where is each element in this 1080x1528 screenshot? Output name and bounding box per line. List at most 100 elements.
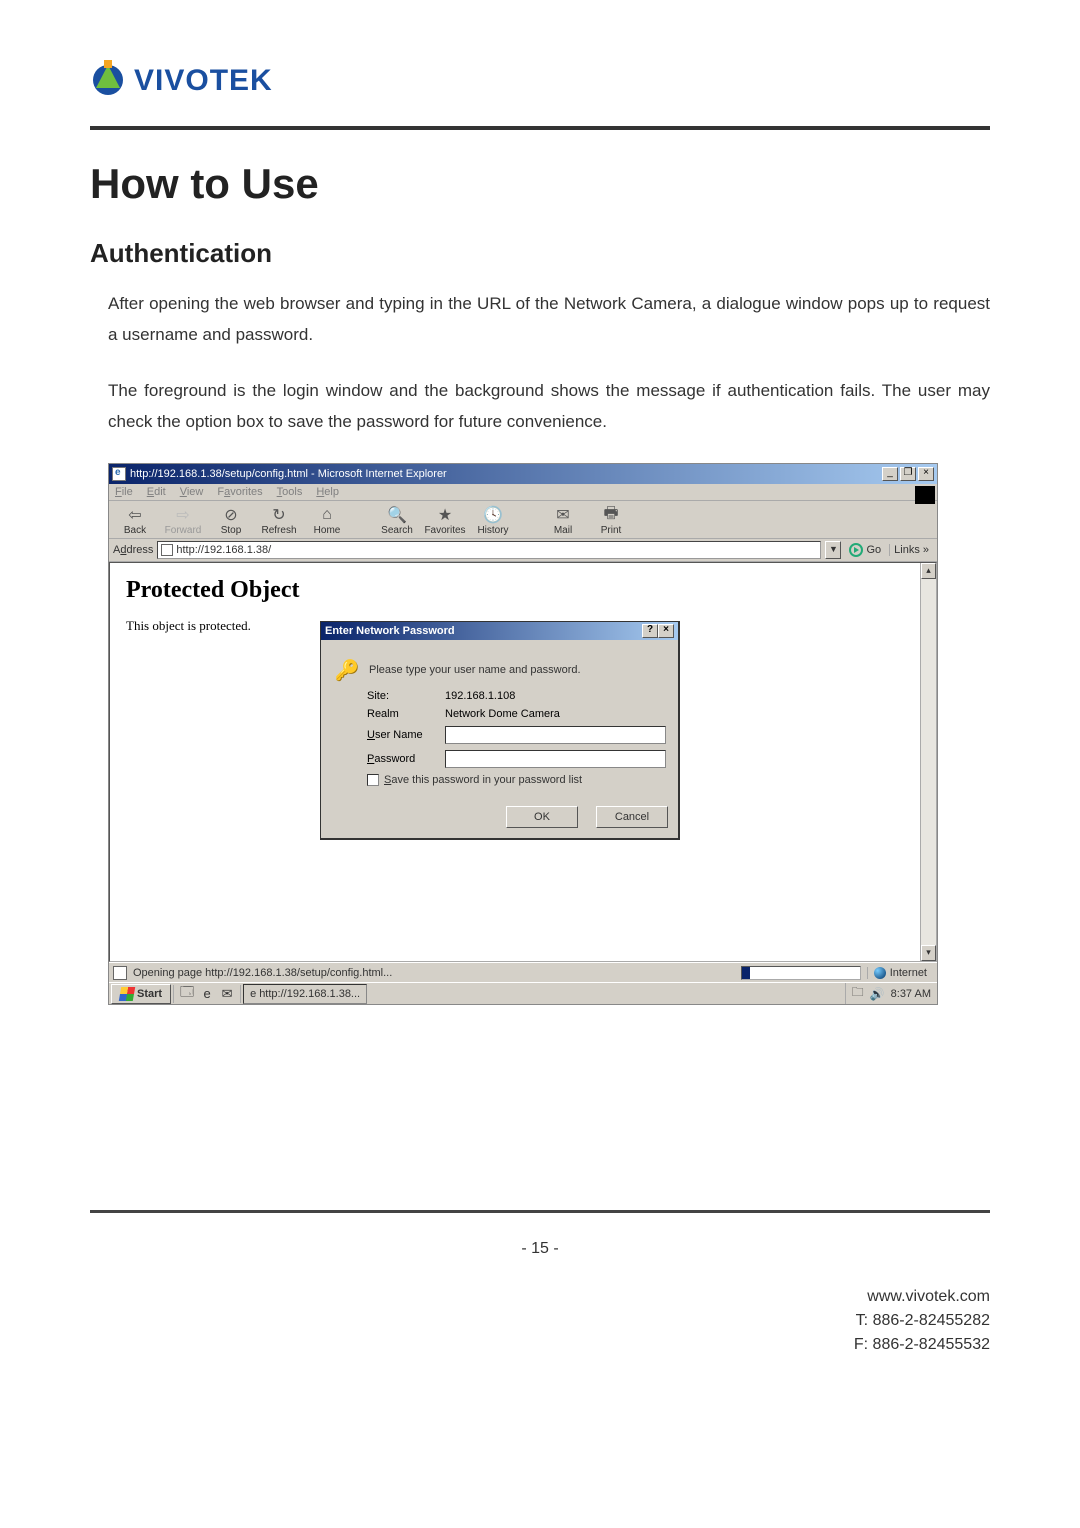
links-label[interactable]: Links » (889, 544, 933, 556)
username-input[interactable] (445, 726, 666, 744)
forward-icon: ⇨ (172, 505, 194, 525)
save-password-checkbox[interactable] (367, 774, 379, 786)
mail-icon: ✉ (552, 505, 574, 525)
tray-clock: 8:37 AM (891, 988, 931, 1000)
forward-button[interactable]: ⇨Forward (161, 505, 205, 536)
taskbar: Start 🗔 e ✉ e http://192.168.1.38... 🗀 🔊… (109, 982, 937, 1004)
password-input[interactable] (445, 750, 666, 768)
cancel-button[interactable]: Cancel (596, 806, 668, 828)
site-value: 192.168.1.108 (445, 690, 515, 702)
auth-dialog: Enter Network Password ? × 🔑 Please type… (320, 621, 680, 840)
history-button[interactable]: 🕓History (471, 505, 515, 536)
save-password-label: Save this password in your password list (384, 774, 582, 786)
home-button[interactable]: ⌂Home (305, 505, 349, 536)
footer-info: www.vivotek.com T: 886-2-82455282 F: 886… (854, 1285, 990, 1357)
refresh-icon: ↻ (268, 505, 290, 525)
ie-content-area: Protected Object This object is protecte… (109, 562, 937, 962)
site-label: Site: (367, 690, 437, 702)
ie-toolbar: ⇦Back ⇨Forward ⊘Stop ↻Refresh ⌂Home 🔍Sea… (109, 501, 937, 539)
go-button[interactable]: Go (845, 543, 885, 557)
progress-bar (741, 966, 861, 980)
search-button[interactable]: 🔍Search (375, 505, 419, 536)
ok-button[interactable]: OK (506, 806, 578, 828)
zone-indicator: Internet (867, 967, 933, 979)
paragraph-1: After opening the web browser and typing… (108, 289, 990, 350)
menu-edit[interactable]: Edit (147, 486, 166, 498)
tray-volume-icon[interactable]: 🔊 (870, 987, 885, 1001)
vertical-scrollbar[interactable]: ▴ ▾ (920, 563, 936, 961)
footer-tel: T: 886-2-82455282 (854, 1309, 990, 1333)
address-input[interactable]: http://192.168.1.38/ (157, 541, 821, 559)
ie-statusbar: Opening page http://192.168.1.38/setup/c… (109, 962, 937, 982)
protected-object-title: Protected Object (126, 577, 920, 604)
back-icon: ⇦ (124, 505, 146, 525)
search-icon: 🔍 (386, 505, 408, 525)
go-icon (849, 543, 863, 557)
favorites-icon: ★ (434, 505, 456, 525)
realm-label: Realm (367, 708, 437, 720)
key-icon: 🔑 (333, 656, 361, 684)
divider-bottom (90, 1210, 990, 1213)
minimize-button[interactable]: _ (882, 467, 898, 481)
ql-ie-icon[interactable]: e (198, 985, 216, 1003)
dialog-close-button[interactable]: × (658, 624, 674, 638)
tray-icon-1[interactable]: 🗀 (852, 983, 864, 1004)
back-button[interactable]: ⇦Back (113, 505, 157, 536)
address-page-icon (161, 544, 173, 556)
menu-file[interactable]: File (115, 486, 133, 498)
quick-launch: 🗔 e ✉ (173, 985, 241, 1003)
history-icon: 🕓 (482, 505, 504, 525)
ql-desktop-icon[interactable]: 🗔 (178, 985, 196, 1003)
paragraph-2: The foreground is the login window and t… (108, 376, 990, 437)
address-dropdown[interactable]: ▼ (825, 541, 841, 559)
dialog-help-button[interactable]: ? (642, 624, 658, 638)
dialog-prompt: Please type your user name and password. (369, 664, 581, 676)
ie-addressbar: Address http://192.168.1.38/ ▼ Go Links … (109, 539, 937, 562)
start-button[interactable]: Start (111, 984, 171, 1004)
dialog-title-text: Enter Network Password (325, 625, 642, 637)
menu-help[interactable]: Help (316, 486, 339, 498)
home-icon: ⌂ (316, 505, 338, 525)
windows-logo-icon (119, 987, 135, 1001)
ie-titlebar: http://192.168.1.38/setup/config.html - … (109, 464, 937, 484)
system-tray: 🗀 🔊 8:37 AM (845, 983, 937, 1004)
ie-title-text: http://192.168.1.38/setup/config.html - … (130, 468, 882, 480)
scroll-down-button[interactable]: ▾ (921, 945, 936, 961)
address-label: Address (113, 544, 153, 556)
vivotek-logo: VIVOTEK (90, 50, 990, 106)
footer-fax: F: 886-2-82455532 (854, 1333, 990, 1357)
stop-icon: ⊘ (220, 505, 242, 525)
ie-menubar: File Edit View Favorites Tools Help (109, 484, 937, 501)
ie-window: http://192.168.1.38/setup/config.html - … (108, 463, 938, 1005)
zone-text: Internet (890, 967, 927, 979)
stop-button[interactable]: ⊘Stop (209, 505, 253, 536)
status-text: Opening page http://192.168.1.38/setup/c… (133, 967, 392, 979)
start-label: Start (137, 988, 162, 1000)
scroll-up-button[interactable]: ▴ (921, 563, 936, 579)
heading-how-to-use: How to Use (90, 160, 990, 208)
globe-icon (874, 967, 886, 979)
scroll-track[interactable] (921, 579, 936, 945)
refresh-button[interactable]: ↻Refresh (257, 505, 301, 536)
menu-favorites[interactable]: Favorites (217, 486, 262, 498)
favorites-button[interactable]: ★Favorites (423, 505, 467, 536)
menu-tools[interactable]: Tools (277, 486, 303, 498)
ie-page-icon (112, 467, 126, 481)
close-button[interactable]: × (918, 467, 934, 481)
mail-button[interactable]: ✉Mail (541, 505, 585, 536)
password-label: Password (367, 753, 437, 765)
ie-throbber-icon (915, 486, 935, 504)
menu-view[interactable]: View (180, 486, 204, 498)
task-ie-button[interactable]: e http://192.168.1.38... (243, 984, 367, 1004)
address-value: http://192.168.1.38/ (176, 544, 271, 556)
divider-top (90, 126, 990, 130)
maximize-button[interactable]: ❐ (900, 467, 916, 481)
print-button[interactable]: 🖶Print (589, 505, 633, 536)
footer-url: www.vivotek.com (854, 1285, 990, 1309)
ql-outlook-icon[interactable]: ✉ (218, 985, 236, 1003)
task-ie-icon: e (250, 988, 256, 1000)
print-icon: 🖶 (600, 505, 622, 525)
dialog-titlebar: Enter Network Password ? × (321, 622, 678, 640)
realm-value: Network Dome Camera (445, 708, 560, 720)
username-label: User Name (367, 729, 437, 741)
